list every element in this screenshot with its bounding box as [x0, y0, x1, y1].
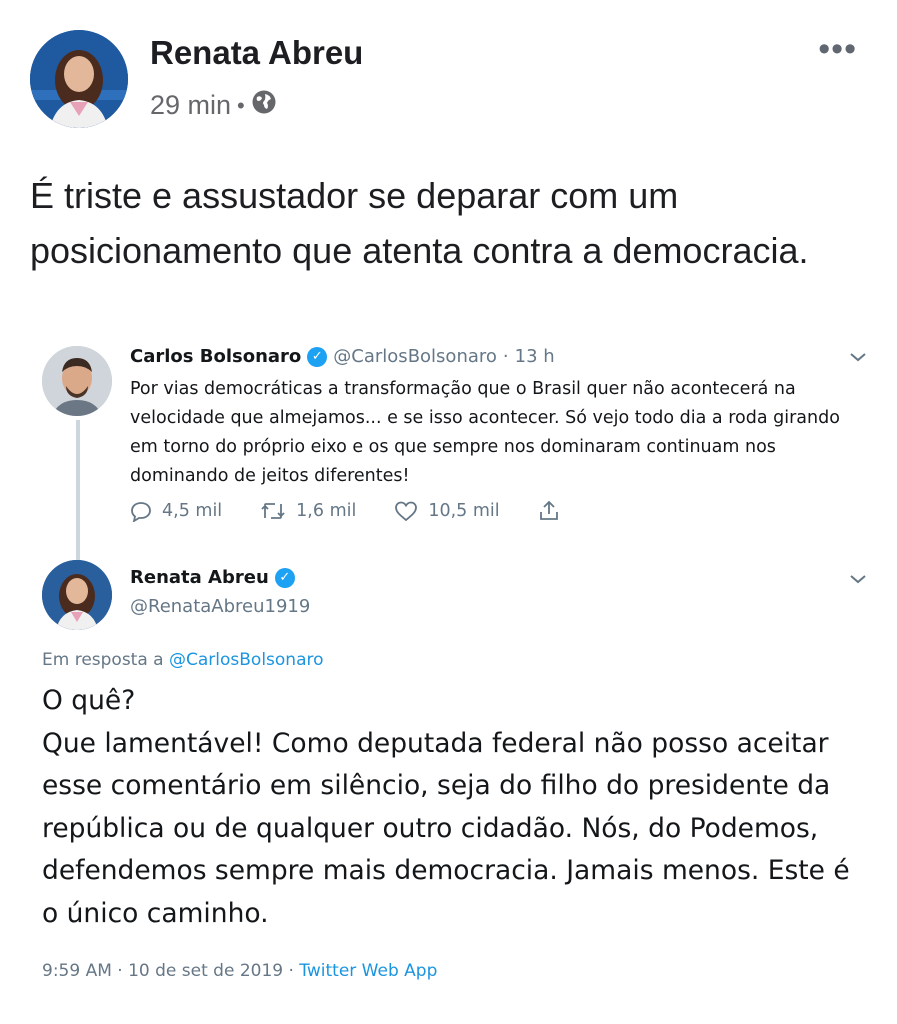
tweet2-handle[interactable]: @RenataAbreu1919: [130, 596, 310, 617]
globe-icon: [251, 89, 277, 122]
post-time[interactable]: 29 min: [150, 90, 231, 121]
tweet2-header: Renata Abreu ✓: [130, 567, 295, 588]
tweet2-source-app[interactable]: Twitter Web App: [299, 961, 437, 981]
share-icon: [538, 500, 560, 522]
reply-context: Em resposta a @CarlosBolsonaro: [42, 650, 324, 670]
meta-separator: •: [237, 92, 245, 118]
tweet1-actions: 4,5 mil 1,6 mil 10,5 mil: [130, 500, 598, 522]
reply-prefix: Em resposta a: [42, 650, 164, 670]
like-count: 10,5 mil: [428, 501, 500, 521]
tweet1-header: Carlos Bolsonaro ✓ @CarlosBolsonaro · 13…: [130, 346, 555, 367]
tweet1-time[interactable]: 13 h: [515, 346, 555, 367]
heart-icon: [394, 500, 418, 522]
tweet1-text: Por vias democráticas a transformação qu…: [130, 379, 840, 486]
verified-badge-icon: ✓: [274, 567, 295, 588]
more-options-icon[interactable]: •••: [818, 30, 857, 69]
tweet2-footer: 9:59 AM · 10 de set de 2019 · Twitter We…: [42, 961, 437, 981]
post-meta: 29 min •: [150, 89, 277, 122]
author-avatar[interactable]: [30, 30, 128, 128]
reply-count: 4,5 mil: [162, 501, 223, 521]
tweet-screenshot[interactable]: Carlos Bolsonaro ✓ @CarlosBolsonaro · 13…: [0, 330, 897, 1024]
reply-to-link[interactable]: @CarlosBolsonaro: [169, 650, 324, 670]
post-text: É triste e assustador se deparar com um …: [30, 175, 809, 271]
renata-avatar: [42, 560, 112, 630]
tweet2-author-name[interactable]: Renata Abreu: [130, 567, 269, 588]
tweet2-text: O quê? Que lamentável! Como deputada fed…: [42, 685, 850, 929]
reply-icon: [130, 500, 152, 522]
tweet1-handle[interactable]: @CarlosBolsonaro: [333, 346, 497, 367]
share-action[interactable]: [538, 500, 560, 522]
tweet1-dot: ·: [502, 346, 509, 367]
tweet1-chevron-down-icon[interactable]: [849, 344, 867, 368]
post-author-name[interactable]: Renata Abreu: [150, 34, 363, 72]
retweet-icon: [260, 500, 286, 522]
tweet1-author-name[interactable]: Carlos Bolsonaro: [130, 346, 301, 367]
verified-badge-icon: ✓: [307, 346, 328, 367]
retweet-action[interactable]: 1,6 mil: [260, 500, 356, 522]
carlos-avatar: [42, 346, 112, 416]
tweet2-timestamp[interactable]: 9:59 AM · 10 de set de 2019 ·: [42, 961, 294, 981]
reply-action[interactable]: 4,5 mil: [130, 500, 222, 522]
retweet-count: 1,6 mil: [296, 501, 357, 521]
tweet2-chevron-down-icon[interactable]: [849, 566, 867, 590]
thread-line: [76, 420, 80, 570]
like-action[interactable]: 10,5 mil: [394, 500, 500, 522]
